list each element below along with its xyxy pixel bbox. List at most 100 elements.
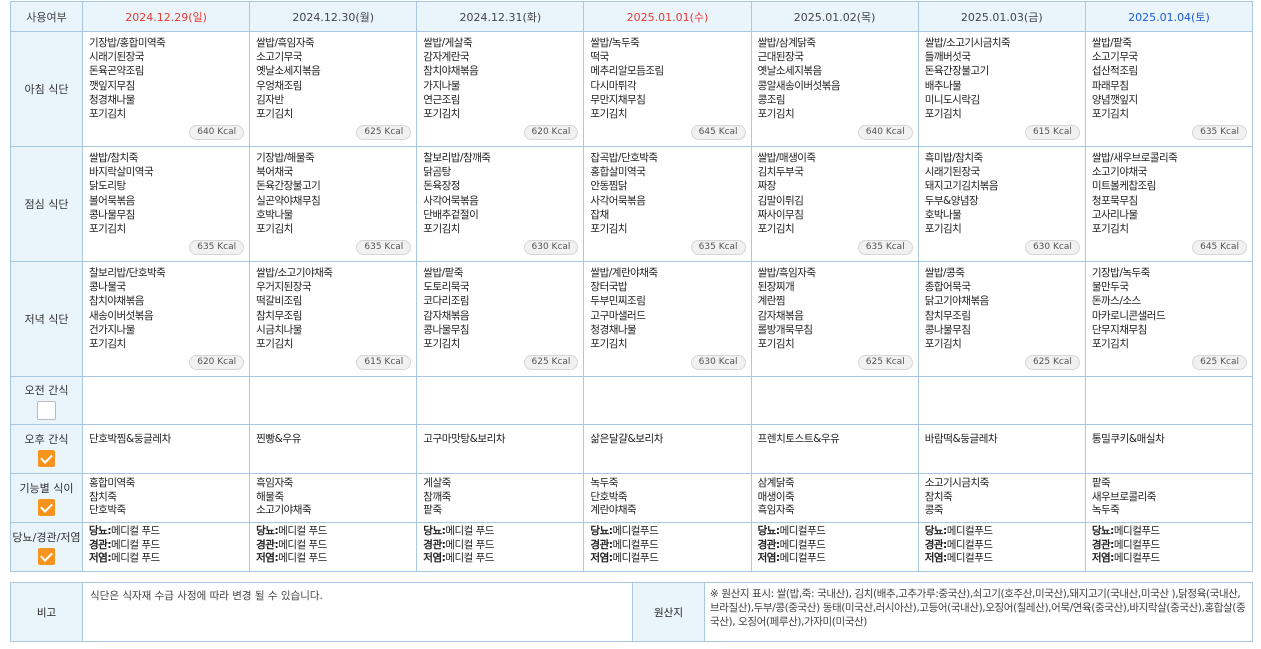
dinner-day-cell: 쌀밥/흑임자죽 된장찌개 계란찜 감자채볶음 롤방개묵무침 포기김치 625 Kcal [750, 261, 919, 377]
diet-label: 당뇨/경관/저염 [12, 531, 81, 544]
menu-item: 쌀밥/삼계닭죽 [757, 37, 817, 49]
pm_snack-checkbox[interactable] [38, 450, 55, 467]
diet-items: 당뇨:메디컬푸드 경관:메디컬푸드 저염:메디컬푸드 [752, 523, 918, 566]
functional-item: 콩죽 [924, 504, 944, 516]
diet-value: 메디컬푸드 [779, 552, 826, 564]
kcal-badge: 625 Kcal [857, 355, 913, 370]
am-snack-text [1086, 377, 1252, 383]
menu-item: 기장밥/홍합미역죽 [89, 37, 166, 49]
pm-snack-text: 고구마맛탕&보리차 [423, 433, 506, 445]
breakfast-day-cell: 쌀밥/게살죽 감자계란국 참치야채볶음 가지나물 연근조림 포기김치 620 Kcal [416, 31, 585, 147]
header-row: 사용여부 2024.12.29(일) 2024.12.30(월) 2024.12… [10, 1, 1254, 32]
dinner-label-stack: 저녁 식단 [11, 311, 82, 327]
lunch-day-cell: 잡곡밥/단호박죽 홍합살미역국 안동찜닭 사각어묵볶음 잡채 포기김치 635 Kcal [583, 146, 752, 262]
date-header-4: 2025.01.01(수) [583, 1, 752, 32]
diet-value: 메디컬푸드 [612, 525, 659, 537]
diet-line: 경관:메디컬푸드 [590, 539, 750, 553]
diet-checkbox[interactable] [38, 548, 55, 565]
functional-items: 소고기시금치죽 참치죽 콩죽 [919, 474, 1085, 518]
menu-item: 쌀밥/콩죽 [924, 267, 965, 279]
functional-checkbox[interactable] [38, 499, 55, 516]
menu-item: 가지나물 [423, 79, 460, 92]
diet-line: 당뇨:메디컬 푸드 [89, 525, 249, 539]
functional-item: 팥죽 [423, 504, 442, 516]
functional-cell: 팥죽 새우브로콜리죽 녹두죽 [1084, 473, 1254, 523]
menu-item: 쌀밥/소고기야채죽 [256, 267, 333, 279]
menu-item: 참치야채볶음 [423, 65, 479, 78]
origin-label: 원산지 [632, 582, 705, 642]
pm-snack-cell: 단호박찜&둥글레차 [81, 424, 251, 474]
lunch-label-stack: 점심 식단 [11, 196, 82, 212]
diet-line: 경관:메디컬 푸드 [89, 539, 249, 553]
pm-snack-text: 찐빵&우유 [256, 433, 301, 445]
functional-item: 홍합미역죽 [89, 477, 135, 489]
menu-item: 마카로니콘샐러드 [1091, 309, 1166, 322]
lunch-label: 점심 식단 [24, 198, 69, 211]
diet-line: 저염:메디컬푸드 [590, 552, 750, 566]
diet-row: 당뇨/경관/저염 당뇨:메디컬 푸드 경관:메디컬 푸드 저염:메디컬 푸드 당뇨:메디… [10, 522, 1254, 572]
diet-value: 메디컬 푸드 [445, 525, 494, 537]
am-snack-text [752, 377, 918, 383]
meal-items: 쌀밥/흑임자죽 소고기무국 옛날소세지볶음 우엉채조림 김자반 포기김치 [250, 32, 416, 121]
menu-item: 시래기된장국 [89, 51, 144, 64]
menu-item: 두부&양념장 [924, 194, 979, 207]
pm-snack-cell: 통밀쿠키&매실차 [1084, 424, 1254, 474]
am-snack-cell [81, 376, 251, 425]
functional-items: 팥죽 새우브로콜리죽 녹두죽 [1086, 474, 1252, 518]
diet-line: 저염:메디컬푸드 [925, 552, 1085, 566]
pm_snack-label: 오후 간식 [24, 433, 69, 446]
menu-item: 건가지나물 [89, 323, 135, 336]
kcal-badge: 625 Kcal [523, 355, 579, 370]
menu-item: 김자반 [256, 93, 284, 106]
menu-item: 돈육장정 [423, 180, 460, 193]
am_snack-checkbox[interactable] [37, 400, 56, 420]
pm-snack-cell: 바람떡&둥글레차 [917, 424, 1086, 474]
functional-items: 녹두죽 단호박죽 계란야채죽 [584, 474, 750, 518]
meal-items: 잡곡밥/단호박죽 홍합살미역국 안동찜닭 사각어묵볶음 잡채 포기김치 [584, 147, 750, 236]
diet-key: 당뇨: [256, 525, 279, 537]
menu-item: 포기김치 [1091, 222, 1129, 235]
functional-item: 참깨죽 [423, 490, 451, 503]
pm-snack-cell: 프렌치토스트&우유 [750, 424, 919, 474]
functional-item: 참치죽 [89, 490, 117, 503]
origin-text: ※ 원산지 표시: 쌀(밥,죽: 국내산), 김치(배추,고추가루:중국산),쇠… [710, 588, 1246, 628]
diet-items: 당뇨:메디컬푸드 경관:메디컬푸드 저염:메디컬푸드 [919, 523, 1085, 566]
menu-item: 포기김치 [924, 222, 962, 235]
diet-line: 경관:메디컬푸드 [758, 539, 918, 553]
functional-item: 단호박죽 [89, 504, 126, 516]
menu-item: 콩알새송이버섯볶음 [757, 79, 841, 92]
menu-item: 잡채 [590, 208, 609, 221]
menu-item: 실곤약야채무침 [256, 194, 321, 207]
meal-items: 쌀밥/흑임자죽 된장찌개 계란찜 감자채볶음 롤방개묵무침 포기김치 [752, 262, 918, 351]
remarks-label: 비고 [10, 582, 83, 642]
menu-item: 들깨버섯국 [924, 51, 971, 64]
pm-snack-text: 바람떡&둥글레차 [924, 433, 998, 445]
menu-item: 메추리알모듬조림 [590, 65, 664, 78]
diet-key: 경관: [924, 538, 948, 551]
functional-row: 기능별 식이 홍합미역죽 참치죽 단호박죽 흑임자죽 해물죽 소고기야채죽 게살죽 참깨죽 팥죽 녹… [10, 473, 1254, 523]
diet-key: 저염: [924, 552, 948, 564]
menu-item: 짜사이무침 [757, 208, 804, 221]
menu-item: 포기김치 [256, 222, 293, 235]
meal-items: 쌀밥/새우브로콜리죽 소고기야채국 미트볼케찹조림 청포묵무침 고사리나물 포기김치 [1086, 147, 1252, 236]
lunch-day-cell: 흑미밥/참치죽 시래기된장국 돼지고기김치볶음 두부&양념장 호박나물 포기김치 630 K… [917, 146, 1086, 262]
breakfast-day-cell: 기장밥/홍합미역죽 시래기된장국 돈육곤약조림 깻잎지무침 청경채나물 포기김치 640 K… [81, 31, 251, 147]
menu-item: 계란찜 [757, 295, 786, 308]
menu-item: 우거지된장국 [256, 281, 312, 294]
diet-value: 메디컬 푸드 [278, 538, 327, 551]
diet-value: 메디컬 푸드 [111, 552, 160, 564]
diet-key: 저염: [757, 552, 781, 564]
menu-item: 섭산적조림 [1091, 65, 1138, 78]
diet-value: 메디컬 푸드 [111, 538, 160, 551]
menu-item: 새송이버섯볶음 [89, 309, 154, 322]
menu-item: 단배추겉절이 [423, 208, 479, 221]
diet-cell: 당뇨:메디컬푸드 경관:메디컬푸드 저염:메디컬푸드 [917, 522, 1086, 572]
meal-items: 쌀밥/참치죽 바지락살미역국 닭도리탕 볼어묵볶음 콩나물무침 포기김치 [83, 147, 249, 236]
am-snack-text [250, 377, 416, 383]
menu-item: 코다리조림 [423, 295, 470, 308]
diet-line: 경관:메디컬푸드 [1092, 539, 1252, 553]
notes-table: 비고 식단은 식자재 수급 사정에 따라 변경 될 수 있습니다. 원산지 ※ … [10, 582, 1253, 642]
lunch-row: 점심 식단 쌀밥/참치죽 바지락살미역국 닭도리탕 볼어묵볶음 콩나물무침 포기김치 635 … [10, 146, 1254, 262]
am-snack-cell [917, 376, 1086, 425]
lunch-day-cell: 쌀밥/매생이죽 김치두부국 짜장 김말이튀김 짜사이무침 포기김치 635 Kcal [750, 146, 919, 262]
